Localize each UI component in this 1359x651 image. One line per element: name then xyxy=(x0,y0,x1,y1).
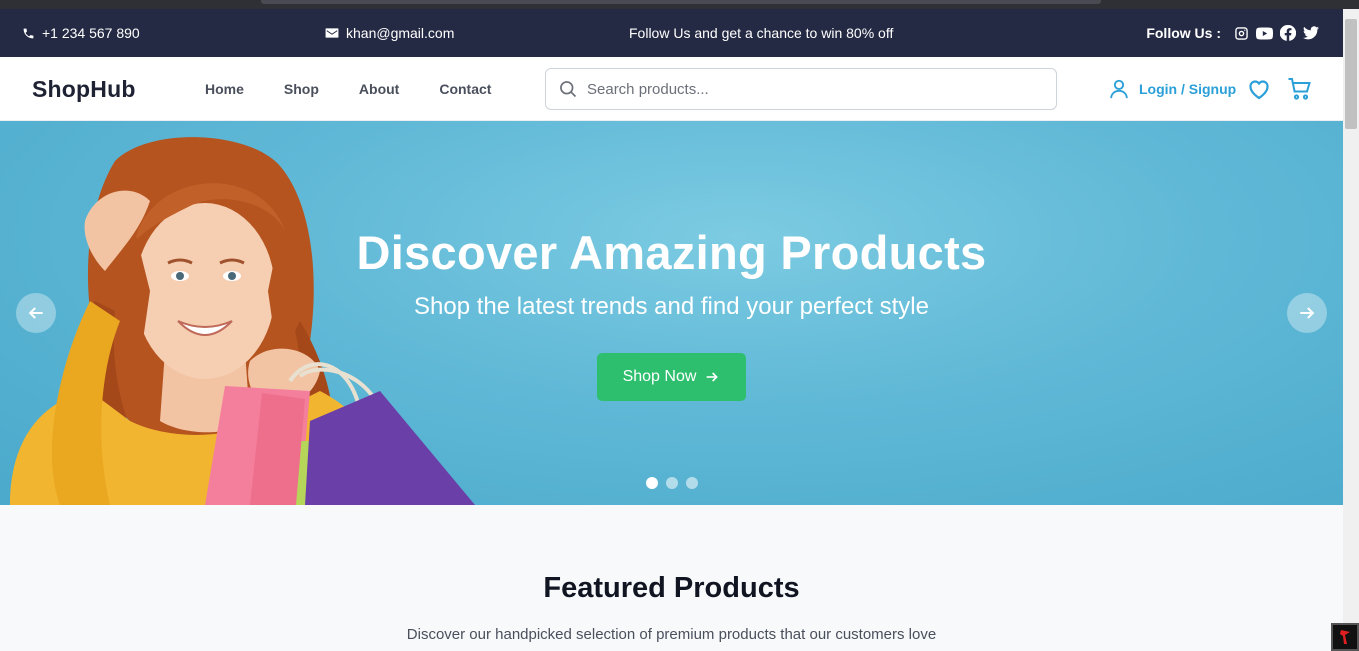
nav-link-contact[interactable]: Contact xyxy=(439,81,491,97)
mail-icon xyxy=(325,28,339,38)
site-logo[interactable]: ShopHub xyxy=(32,57,136,121)
arrow-right-icon xyxy=(707,372,719,382)
nav-link-about[interactable]: About xyxy=(359,81,399,97)
featured-products-heading: Featured Products xyxy=(543,572,800,604)
hero-subtitle: Shop the latest trends and find your per… xyxy=(414,293,929,320)
phone-icon xyxy=(23,28,34,38)
flag-icon xyxy=(1340,630,1350,644)
youtube-icon[interactable] xyxy=(1256,26,1273,40)
cart-icon[interactable] xyxy=(1287,77,1312,101)
social-follow: Follow Us : xyxy=(1146,9,1319,57)
heart-icon[interactable] xyxy=(1247,77,1271,101)
scrollbar-thumb[interactable] xyxy=(1345,19,1357,129)
phone-number: +1 234 567 890 xyxy=(42,25,140,41)
promo-text: Follow Us and get a chance to win 80% of… xyxy=(629,25,894,41)
carousel-dot-2[interactable] xyxy=(666,477,678,489)
search-bar xyxy=(545,68,1057,110)
follow-label: Follow Us : xyxy=(1146,25,1221,41)
browser-tab-strip xyxy=(0,0,1359,9)
shop-now-button[interactable]: Shop Now xyxy=(597,353,746,401)
login-signup-link[interactable]: Login / Signup xyxy=(1108,57,1236,121)
carousel-prev-button[interactable] xyxy=(16,293,56,333)
nav-link-shop[interactable]: Shop xyxy=(284,81,319,97)
page-scrollbar[interactable] xyxy=(1343,9,1359,651)
main-navbar: ShopHub Home Shop About Contact Login / … xyxy=(0,57,1343,121)
email-address: khan@gmail.com xyxy=(346,25,455,41)
browser-tab xyxy=(261,0,1101,4)
shop-now-label: Shop Now xyxy=(622,368,697,385)
carousel-next-button[interactable] xyxy=(1287,293,1327,333)
login-label: Login / Signup xyxy=(1139,81,1237,97)
top-info-bar: +1 234 567 890 khan@gmail.com Follow Us … xyxy=(0,9,1343,57)
twitter-icon[interactable] xyxy=(1303,26,1319,40)
email-info: khan@gmail.com xyxy=(325,9,454,57)
instagram-icon[interactable] xyxy=(1234,26,1249,41)
nav-menu: Home Shop About Contact xyxy=(205,57,491,121)
facebook-icon[interactable] xyxy=(1280,25,1296,41)
arrow-right-icon xyxy=(1300,307,1315,319)
featured-products-subtitle: Discover our handpicked selection of pre… xyxy=(406,626,937,643)
user-icon xyxy=(1110,79,1128,99)
page: +1 234 567 890 khan@gmail.com Follow Us … xyxy=(0,9,1343,651)
carousel-dot-1[interactable] xyxy=(646,477,658,489)
phone-info: +1 234 567 890 xyxy=(22,9,140,57)
hero-carousel: Discover Amazing Products Shop the lates… xyxy=(0,121,1343,505)
nav-link-home[interactable]: Home xyxy=(205,81,244,97)
hero-title: Discover Amazing Products xyxy=(356,226,987,279)
extension-badge-icon[interactable] xyxy=(1331,623,1359,651)
carousel-dots xyxy=(646,477,698,489)
search-input[interactable] xyxy=(587,80,1027,98)
search-icon xyxy=(560,81,577,98)
carousel-dot-3[interactable] xyxy=(686,477,698,489)
arrow-left-icon xyxy=(28,307,43,319)
